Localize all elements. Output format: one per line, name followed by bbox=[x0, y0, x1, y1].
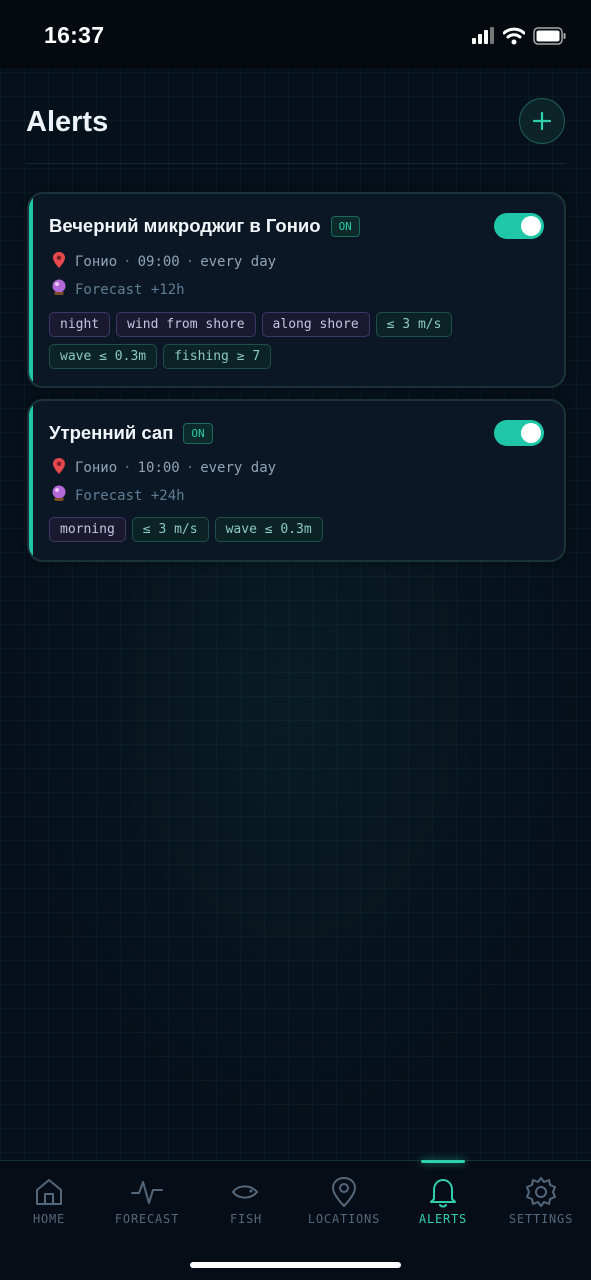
condition-tag: wave ≤ 0.3m bbox=[214, 517, 323, 542]
alert-location: Гонио bbox=[75, 460, 118, 476]
alert-time: 10:00 bbox=[137, 460, 180, 476]
page-header: Alerts bbox=[26, 96, 565, 164]
map-pin-icon bbox=[332, 1177, 356, 1207]
add-alert-button[interactable] bbox=[519, 98, 565, 144]
alert-forecast: Forecast +24h bbox=[49, 485, 185, 506]
nav-fish[interactable]: FISH bbox=[197, 1161, 295, 1241]
alert-time: 09:00 bbox=[137, 254, 180, 270]
home-icon bbox=[36, 1179, 62, 1205]
alert-card[interactable]: Утренний сап ON Гонио · 10:00 · every da… bbox=[27, 399, 566, 562]
alert-card[interactable]: Вечерний микроджиг в Гонио ON Гонио · 09… bbox=[27, 192, 566, 388]
alert-schedule: every day bbox=[200, 254, 277, 270]
status-time: 16:37 bbox=[44, 22, 105, 48]
nav-label: ALERTS bbox=[418, 1212, 468, 1226]
fish-icon bbox=[232, 1185, 258, 1199]
alert-tags: morning ≤ 3 m/s wave ≤ 0.3m bbox=[49, 517, 546, 542]
status-badge: ON bbox=[330, 215, 360, 237]
nav-alerts[interactable]: ALERTS bbox=[394, 1160, 492, 1241]
toggle-knob bbox=[521, 216, 541, 236]
separator-dot: · bbox=[185, 254, 195, 270]
nav-label: FORECAST bbox=[114, 1212, 180, 1226]
active-indicator bbox=[421, 1160, 465, 1163]
crystal-ball-icon bbox=[49, 279, 69, 300]
page-title: Alerts bbox=[26, 106, 109, 138]
signal-icon bbox=[472, 27, 494, 44]
nav-forecast[interactable]: FORECAST bbox=[98, 1161, 196, 1241]
bell-icon bbox=[430, 1179, 456, 1208]
home-indicator bbox=[190, 1262, 401, 1268]
alert-meta: Гонио · 09:00 · every day bbox=[49, 251, 276, 273]
crystal-ball-icon bbox=[49, 485, 69, 506]
wifi-icon bbox=[503, 27, 525, 45]
nav-label: HOME bbox=[32, 1212, 66, 1226]
alert-title: Вечерний микроджиг в Гонио bbox=[49, 215, 321, 236]
status-icons bbox=[471, 24, 567, 48]
condition-tag: ≤ 3 m/s bbox=[131, 517, 209, 542]
alert-tags: night wind from shore along shore ≤ 3 m/… bbox=[49, 312, 546, 369]
nav-locations[interactable]: LOCATIONS bbox=[295, 1161, 393, 1241]
alert-title: Утренний сап bbox=[49, 422, 174, 443]
condition-tag: ≤ 3 m/s bbox=[375, 312, 453, 337]
alert-toggle[interactable] bbox=[494, 420, 544, 446]
alert-schedule: every day bbox=[200, 460, 277, 476]
separator-dot: · bbox=[123, 460, 132, 476]
gear-icon bbox=[526, 1177, 556, 1207]
alert-meta: Гонио · 10:00 · every day bbox=[49, 457, 276, 479]
battery-icon bbox=[533, 27, 566, 45]
alert-toggle[interactable] bbox=[494, 213, 544, 239]
alert-title-row: Утренний сап ON bbox=[49, 422, 213, 444]
nav-home[interactable]: HOME bbox=[0, 1161, 98, 1241]
separator-dot: · bbox=[185, 460, 195, 476]
condition-tag: wave ≤ 0.3m bbox=[49, 344, 158, 369]
alert-title-row: Вечерний микроджиг в Гонио ON bbox=[49, 215, 360, 237]
alert-location: Гонио bbox=[75, 254, 118, 270]
nav-settings[interactable]: SETTINGS bbox=[492, 1161, 590, 1241]
forecast-offset: Forecast +12h bbox=[75, 281, 185, 298]
nav-label: SETTINGS bbox=[508, 1212, 574, 1226]
condition-tag: fishing ≥ 7 bbox=[163, 344, 272, 369]
nav-label: LOCATIONS bbox=[307, 1212, 381, 1226]
condition-tag: wind from shore bbox=[116, 312, 256, 337]
map-pin-icon bbox=[49, 457, 69, 479]
condition-tag: morning bbox=[49, 517, 126, 542]
status-bar: 16:37 bbox=[0, 0, 591, 68]
alert-forecast: Forecast +12h bbox=[49, 279, 185, 300]
plus-icon bbox=[532, 111, 552, 131]
toggle-knob bbox=[521, 423, 541, 443]
map-pin-icon bbox=[49, 251, 69, 273]
condition-tag: along shore bbox=[261, 312, 370, 337]
nav-label: FISH bbox=[229, 1212, 263, 1226]
forecast-offset: Forecast +24h bbox=[75, 487, 185, 504]
status-badge: ON bbox=[183, 422, 213, 444]
condition-tag: night bbox=[49, 312, 111, 337]
pulse-icon bbox=[131, 1181, 163, 1204]
separator-dot: · bbox=[123, 254, 132, 270]
